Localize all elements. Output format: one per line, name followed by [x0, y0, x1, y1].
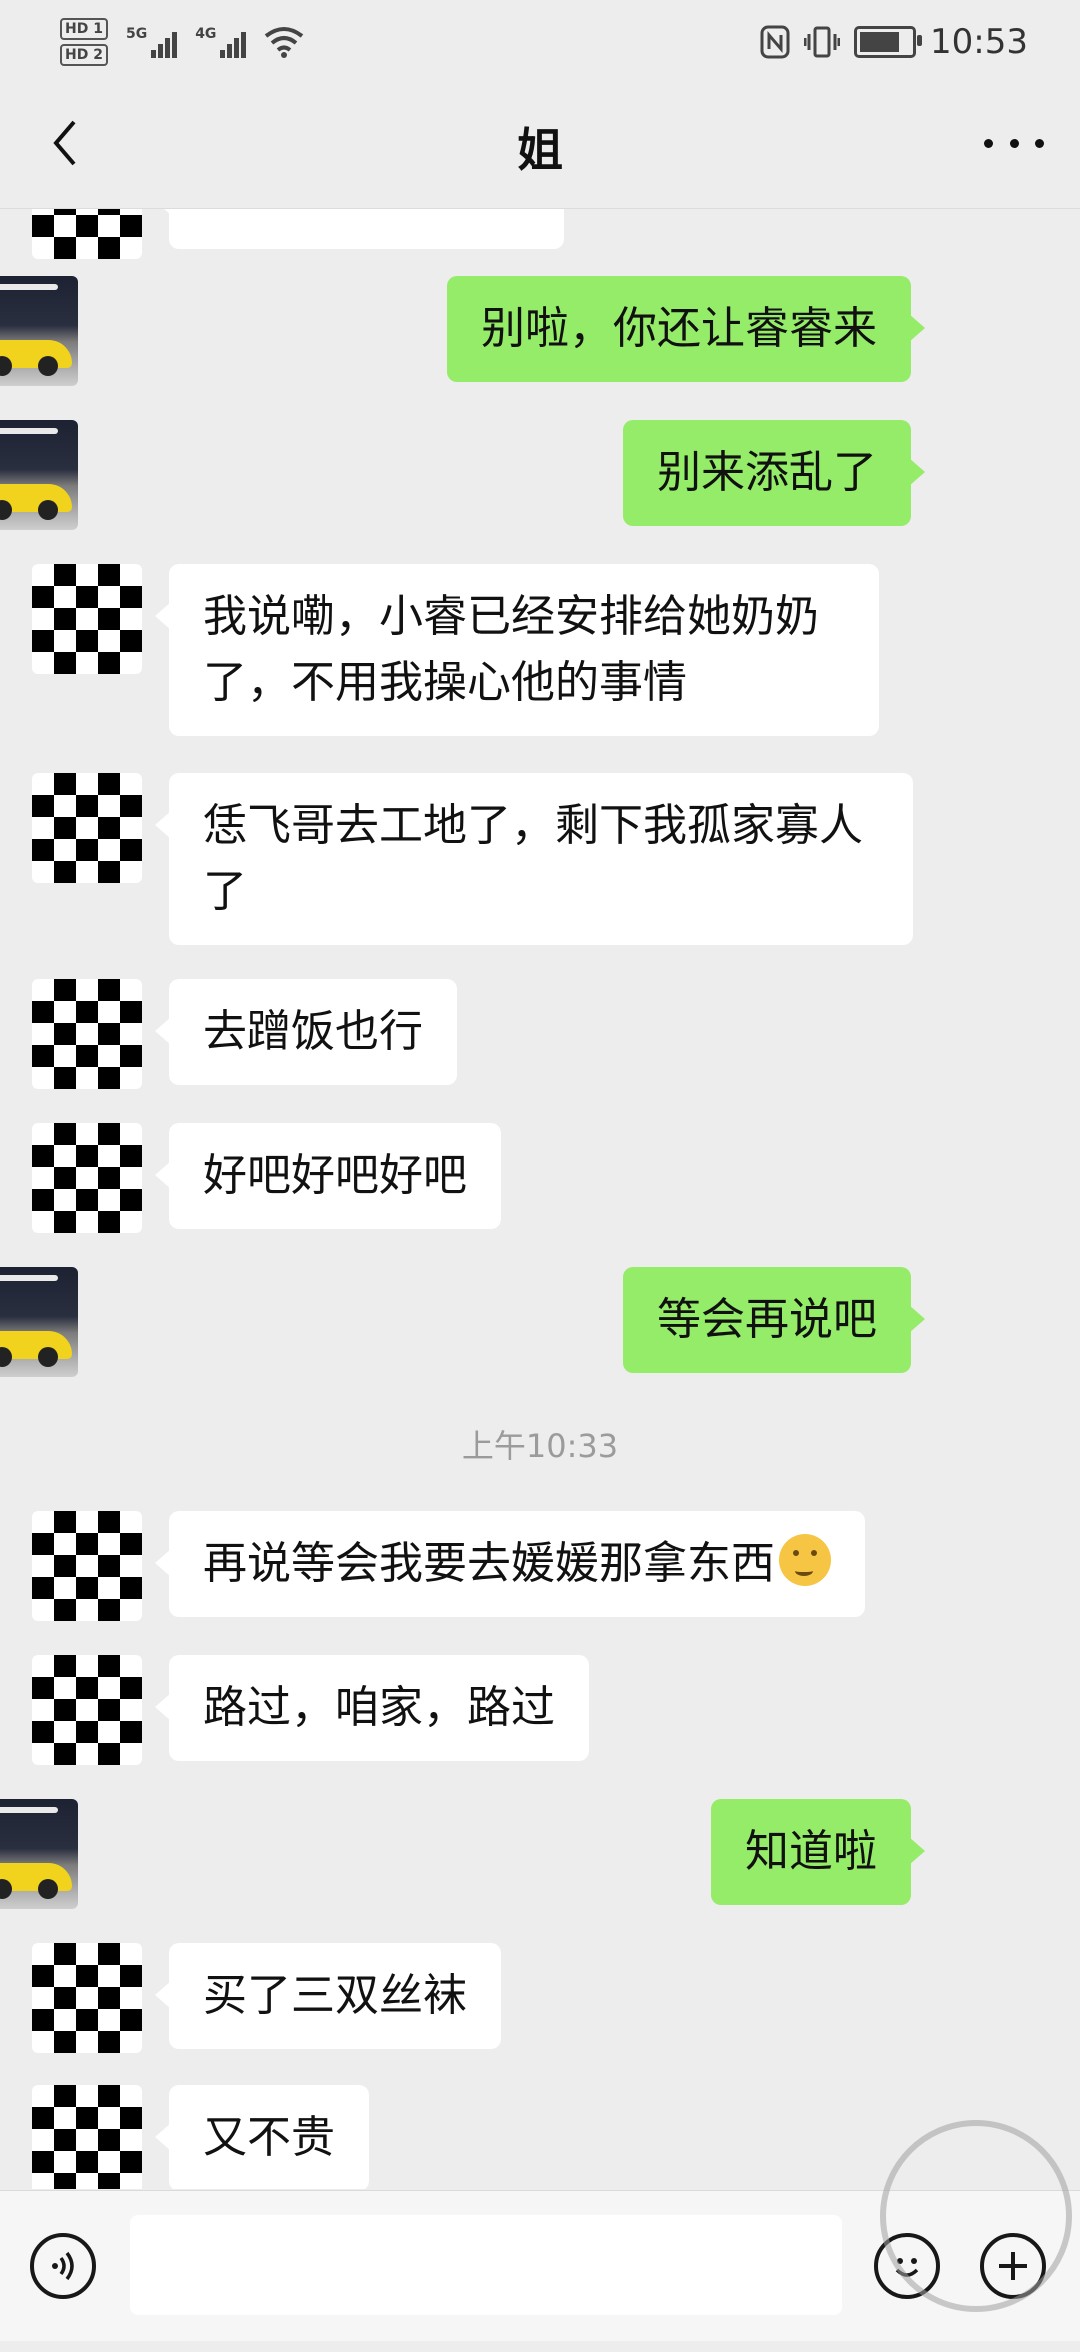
emoji-button[interactable]	[874, 2233, 940, 2299]
contact-avatar[interactable]	[32, 1943, 142, 2053]
contact-avatar[interactable]	[32, 773, 142, 883]
message-bubble[interactable]: 等会再说吧	[623, 1267, 925, 1373]
chat-title: 姐	[517, 123, 563, 177]
message-bubble[interactable]: 去蹭饭也行	[155, 979, 457, 1085]
wifi-icon	[265, 27, 304, 58]
message-bubble[interactable]: 恁飞哥去工地了，剩下我孤家寡人了	[155, 773, 913, 945]
more-options-button[interactable]	[984, 128, 1044, 158]
message-input[interactable]	[130, 2215, 842, 2315]
message-timestamp: 上午10:33	[461, 1427, 619, 1465]
nfc-icon	[760, 25, 790, 59]
message-bubble-partial[interactable]	[155, 209, 564, 249]
message-bubble[interactable]: 别来添乱了	[623, 420, 925, 526]
message-bubble[interactable]: 路过，咱家，路过	[155, 1655, 589, 1761]
message-text: 再说等会我要去媛媛那拿东西	[203, 1538, 775, 1589]
voice-button[interactable]	[30, 2233, 96, 2299]
network-4g-label: 4G	[195, 26, 217, 42]
my-avatar[interactable]	[0, 1799, 78, 1909]
message-bubble[interactable]: 再说等会我要去媛媛那拿东西	[155, 1511, 865, 1617]
status-bar: HD 1 HD 2 5G 4G 10:53	[0, 0, 1080, 78]
sim2-badge: HD 2	[60, 44, 108, 66]
sim-badges: HD 1 HD 2	[60, 18, 108, 66]
message-bubble[interactable]: 买了三双丝袜	[155, 1943, 501, 2049]
input-bar	[0, 2190, 1080, 2341]
message-row: 等会再说吧	[0, 1267, 1080, 1377]
contact-avatar[interactable]	[32, 1511, 142, 1621]
contact-avatar[interactable]	[32, 979, 142, 1089]
contact-avatar[interactable]	[32, 1655, 142, 1765]
status-time: 10:53	[930, 22, 1028, 62]
message-bubble[interactable]: 别啦，你还让睿睿来	[447, 276, 925, 382]
message-bubble[interactable]: 知道啦	[711, 1799, 925, 1905]
more-dots-icon	[984, 138, 993, 148]
my-avatar[interactable]	[0, 276, 78, 386]
message-bubble[interactable]: 又不贵	[155, 2085, 369, 2189]
contact-avatar[interactable]	[32, 2085, 142, 2189]
battery-icon	[854, 26, 923, 58]
contact-avatar[interactable]	[32, 564, 142, 674]
chat-header: 姐	[0, 78, 1080, 209]
contact-avatar[interactable]	[32, 209, 142, 259]
status-right: 10:53	[760, 12, 1028, 72]
sim1-badge: HD 1	[60, 18, 108, 40]
message-row: 别啦，你还让睿睿来	[0, 276, 1080, 386]
message-bubble[interactable]: 我说嘞，小睿已经安排给她奶奶了，不用我操心他的事情	[155, 564, 879, 736]
message-row-partial	[0, 209, 1080, 259]
contact-avatar[interactable]	[32, 1123, 142, 1233]
status-left: HD 1 HD 2 5G 4G	[60, 12, 304, 72]
thinking-face-icon	[779, 1534, 831, 1586]
signal-5g-icon: 5G	[125, 26, 178, 58]
voice-icon	[52, 2251, 74, 2281]
signal-4g-icon: 4G	[195, 26, 247, 58]
network-5g-label: 5G	[125, 26, 148, 42]
my-avatar[interactable]	[0, 1267, 78, 1377]
message-list[interactable]: 别啦，你还让睿睿来 别来添乱了 我说嘞，小睿已经安排给她奶奶了，不用我操心他的事…	[0, 209, 1080, 2189]
vibrate-icon	[804, 26, 841, 58]
message-row: 别来添乱了	[0, 420, 1080, 530]
plus-icon	[999, 2252, 1027, 2280]
message-row: 知道啦	[0, 1799, 1080, 1909]
emoji-icon	[895, 2258, 919, 2277]
my-avatar[interactable]	[0, 420, 78, 530]
more-features-button[interactable]	[980, 2233, 1046, 2299]
message-bubble[interactable]: 好吧好吧好吧	[155, 1123, 501, 1229]
